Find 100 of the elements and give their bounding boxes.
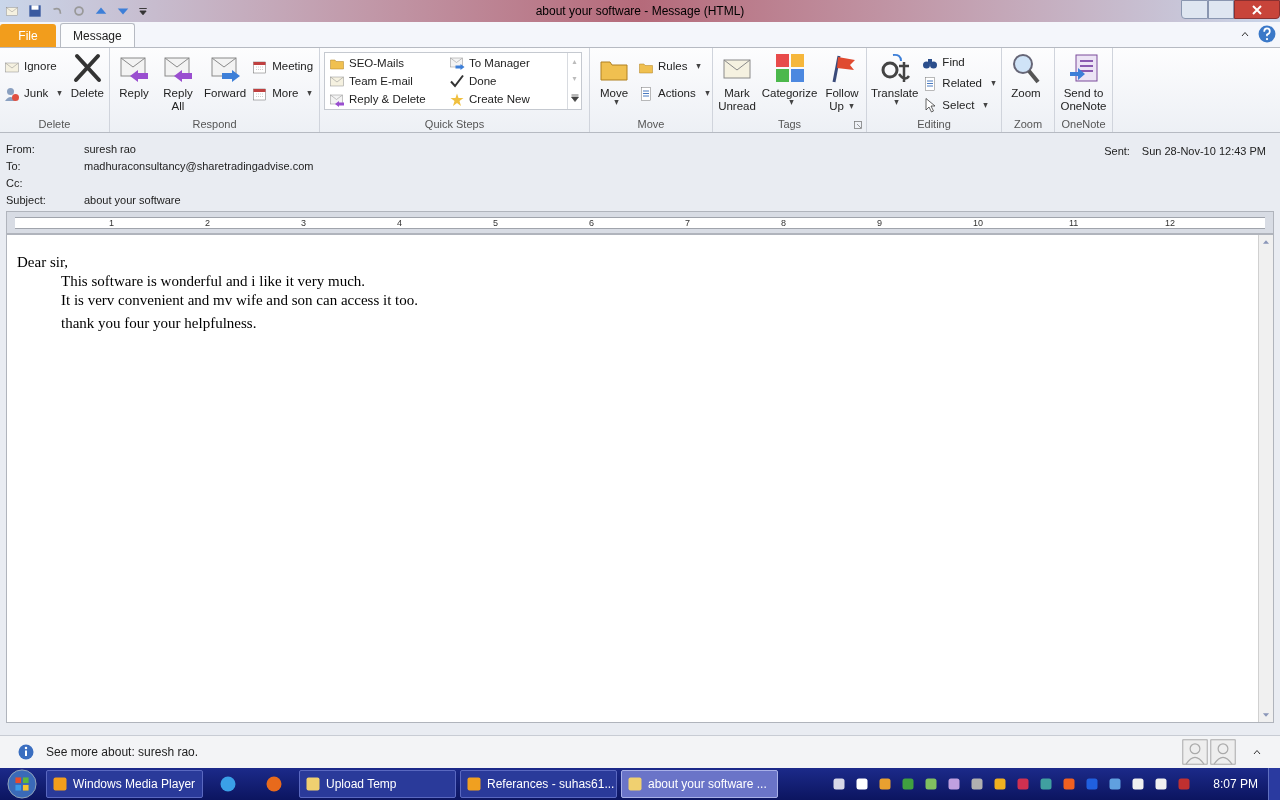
group-label: OneNote <box>1061 117 1106 133</box>
close-button[interactable] <box>1234 0 1280 19</box>
quick-step-item[interactable]: Done <box>449 72 565 91</box>
tray-icon <box>1107 776 1124 792</box>
person-icon <box>4 85 20 102</box>
ribbon-button[interactable]: Ignore <box>4 58 64 76</box>
taskbar-button[interactable]: Referances - suhas61... <box>460 770 617 798</box>
info-icon <box>18 744 34 760</box>
field-label: Cc: <box>6 176 24 192</box>
delete-icon <box>71 52 104 84</box>
tray-icon <box>946 776 963 792</box>
field-label: Sent: <box>1104 144 1130 159</box>
app-icon <box>466 776 482 792</box>
ribbon-button[interactable]: Categorize <box>761 52 818 105</box>
ruler-number: 1 <box>109 216 114 229</box>
tray-icon <box>1038 776 1055 792</box>
quick-step-item[interactable]: SEO-Mails <box>329 54 445 73</box>
collapse-ribbon-icon <box>1240 30 1250 38</box>
color-squares-icon <box>773 52 806 84</box>
tray-icon <box>854 776 871 792</box>
ruler-number: 2 <box>205 216 210 229</box>
field-value: suresh rao <box>84 142 136 158</box>
body-text: Dear sir, <box>17 253 69 272</box>
ribbon-button[interactable]: Find <box>922 54 997 72</box>
ribbon-button[interactable]: Translate <box>871 52 919 105</box>
quick-step-item[interactable]: To Manager <box>449 54 565 73</box>
expand-gallery-icon <box>570 94 579 103</box>
document-icon <box>638 85 654 102</box>
group-label: Editing <box>917 117 951 133</box>
taskbar-button[interactable]: Windows Media Player <box>46 770 203 798</box>
window-title: about your software - Message (HTML) <box>535 3 745 20</box>
search-icon <box>1010 52 1042 84</box>
quick-step-item[interactable]: Team E-mail <box>329 72 445 91</box>
scroll-up-icon <box>571 59 578 64</box>
tray-icon <box>1130 776 1147 792</box>
body-text: This software is wonderful and i like it very much. <box>61 272 366 291</box>
clock: 8:07 PM <box>1213 776 1258 793</box>
close-icon <box>1252 4 1262 15</box>
save-icon <box>28 4 42 18</box>
avatar-silhouette-icon <box>1182 739 1208 765</box>
calendar-icon <box>252 58 269 75</box>
tray-icon <box>1084 776 1101 792</box>
body-text: thank you four your helpfulness. <box>61 314 257 333</box>
field-label: Subject: <box>6 193 47 209</box>
ruler-number: 8 <box>781 216 786 229</box>
ribbon-tab[interactable]: Message <box>60 23 135 47</box>
ribbon-button[interactable]: Actions <box>638 85 711 103</box>
windows-orb-icon <box>7 769 37 799</box>
ruler-number: 7 <box>685 216 690 229</box>
tray-icon <box>900 776 917 792</box>
notebook-icon <box>1067 52 1100 84</box>
tray-icon <box>969 776 986 792</box>
check-icon <box>449 73 465 90</box>
ribbon-button[interactable]: Related <box>922 75 997 93</box>
tray-icon <box>1061 776 1078 792</box>
scroll-down-icon <box>571 77 578 81</box>
ribbon-button[interactable]: Junk <box>4 85 64 103</box>
ribbon-button[interactable]: Meeting <box>252 58 314 76</box>
ribbon-button[interactable]: Follow Up <box>822 52 862 113</box>
taskbar-button[interactable]: about your software ... <box>621 770 778 798</box>
avatar-silhouette-icon <box>1210 739 1236 765</box>
ribbon-button[interactable]: Reply <box>114 52 154 100</box>
ruler-number: 6 <box>589 216 594 229</box>
ribbon-button[interactable]: Reply All <box>158 52 198 113</box>
quick-step-item[interactable]: Create New <box>449 90 565 109</box>
ruler-number: 9 <box>877 216 882 229</box>
customize-icon <box>138 5 148 17</box>
taskbar-button[interactable]: Upload Temp <box>299 770 456 798</box>
group-label: Quick Steps <box>424 117 485 133</box>
ribbon-button[interactable]: Mark Unread <box>717 52 757 113</box>
tray-icon <box>992 776 1009 792</box>
field-value: madhuraconsultancy@sharetradingadvise.com <box>84 159 314 175</box>
calendar-icon <box>252 85 269 102</box>
ribbon-button[interactable]: Zoom <box>1006 52 1046 100</box>
field-label: From: <box>6 142 36 158</box>
ribbon-button[interactable]: Rules <box>638 58 711 76</box>
quick-step-item[interactable]: Reply & Delete <box>329 90 445 109</box>
ribbon-button[interactable]: More <box>252 85 314 103</box>
people-pane-text: See more about: suresh rao. <box>46 744 199 761</box>
ruler-number: 3 <box>301 216 306 229</box>
group-label: Respond <box>192 117 237 133</box>
group-label: Zoom <box>1013 117 1043 133</box>
ruler-number: 10 <box>973 216 983 229</box>
field-value: Sun 28-Nov-10 12:43 PM <box>1141 144 1266 159</box>
ribbon-button[interactable]: Move <box>594 52 634 105</box>
body-text: It is verv convenient and mv wife and son can access it too. <box>61 291 418 310</box>
ribbon-button[interactable]: Select <box>922 96 997 114</box>
tray-icon <box>831 776 848 792</box>
expand-icon <box>1252 748 1262 756</box>
tray-icon <box>923 776 940 792</box>
ribbon-button[interactable]: Send to OneNote <box>1059 52 1108 113</box>
tray-icon <box>1015 776 1032 792</box>
forward-icon <box>449 55 465 72</box>
ribbon-button[interactable]: Forward <box>202 52 249 100</box>
tray-icon <box>877 776 894 792</box>
group-label: Tags <box>777 117 802 133</box>
help-icon <box>1258 25 1276 43</box>
ribbon-button[interactable]: Delete <box>67 52 108 100</box>
ruler-number: 12 <box>1165 216 1175 229</box>
group-label: Move <box>637 117 665 133</box>
